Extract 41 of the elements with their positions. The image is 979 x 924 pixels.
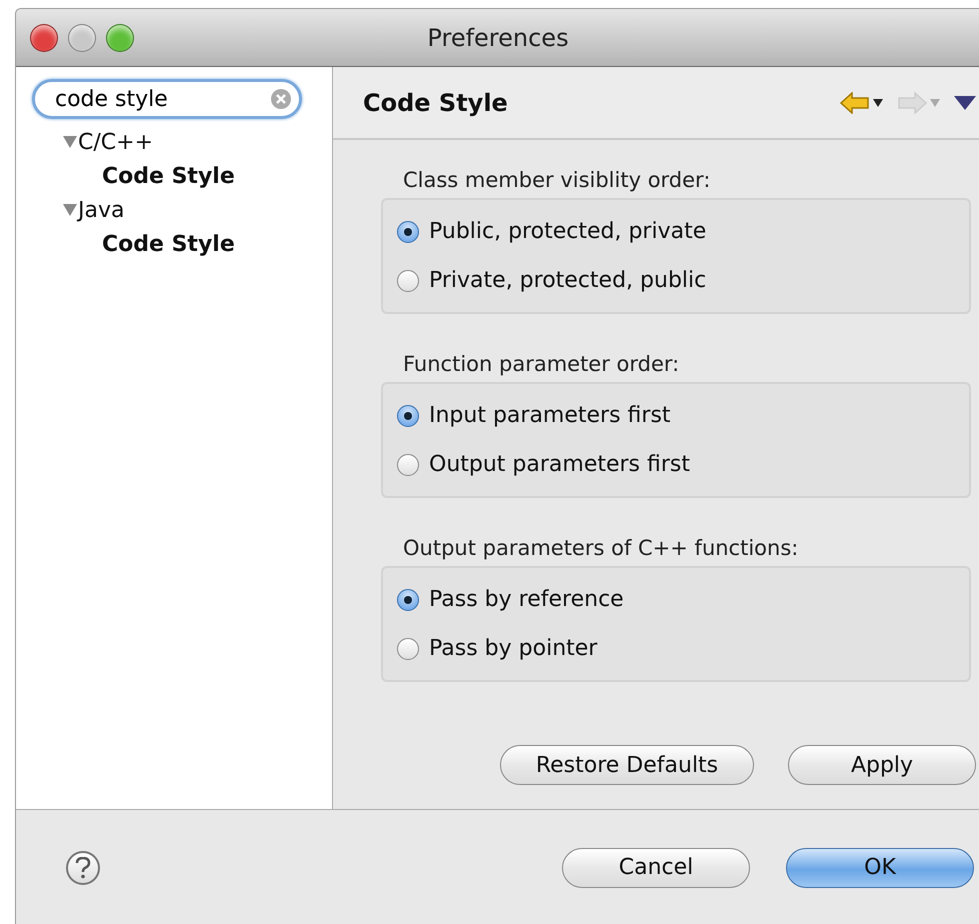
radio-button[interactable]	[397, 638, 419, 660]
ok-button[interactable]: OK	[786, 848, 974, 888]
option-label[interactable]: Pass by reference	[429, 587, 624, 612]
search-field[interactable]: code style	[32, 79, 302, 119]
question-mark-icon	[75, 856, 91, 878]
radio-button[interactable]	[397, 454, 419, 476]
option-label[interactable]: Private, protected, public	[429, 268, 706, 293]
group-label: Function parameter order:	[403, 352, 680, 376]
cancel-button[interactable]: Cancel	[562, 848, 750, 888]
close-button[interactable]	[30, 24, 58, 52]
caret-icon	[873, 98, 883, 106]
disclosure-triangle-icon[interactable]	[62, 203, 78, 217]
window-title: Preferences	[427, 24, 569, 52]
help-button[interactable]	[66, 850, 100, 884]
option-label[interactable]: Input parameters first	[429, 403, 671, 428]
group-label: Class member visiblity order:	[403, 168, 712, 192]
radio-button[interactable]	[397, 220, 419, 242]
zoom-button[interactable]	[106, 24, 134, 52]
page-title: Code Style	[363, 88, 508, 116]
option-label[interactable]: Output parameters first	[429, 452, 690, 477]
right-arrow-icon	[897, 92, 927, 114]
triangle-icon	[954, 96, 976, 110]
radio-button[interactable]	[397, 270, 419, 292]
caret-icon	[930, 98, 940, 106]
left-arrow-icon	[840, 92, 870, 114]
radio-button[interactable]	[397, 404, 419, 426]
apply-button[interactable]: Apply	[788, 745, 976, 785]
group-label: Output parameters of C++ functions:	[403, 536, 800, 560]
clear-icon[interactable]	[270, 88, 292, 110]
option-label[interactable]: Public, protected, private	[429, 219, 706, 244]
minimize-button[interactable]	[68, 24, 96, 52]
tree-item[interactable]: C/C++	[78, 130, 154, 154]
option-label[interactable]: Pass by pointer	[429, 636, 598, 661]
tree-item[interactable]: Code Style	[102, 232, 235, 256]
tree-item[interactable]: Java	[78, 198, 124, 222]
radio-button[interactable]	[397, 588, 419, 610]
back-button[interactable]	[840, 92, 883, 114]
disclosure-triangle-icon[interactable]	[62, 135, 78, 149]
view-menu-button[interactable]	[954, 96, 976, 110]
restore-defaults-button[interactable]: Restore Defaults	[500, 745, 754, 785]
tree-item[interactable]: Code Style	[102, 164, 235, 188]
